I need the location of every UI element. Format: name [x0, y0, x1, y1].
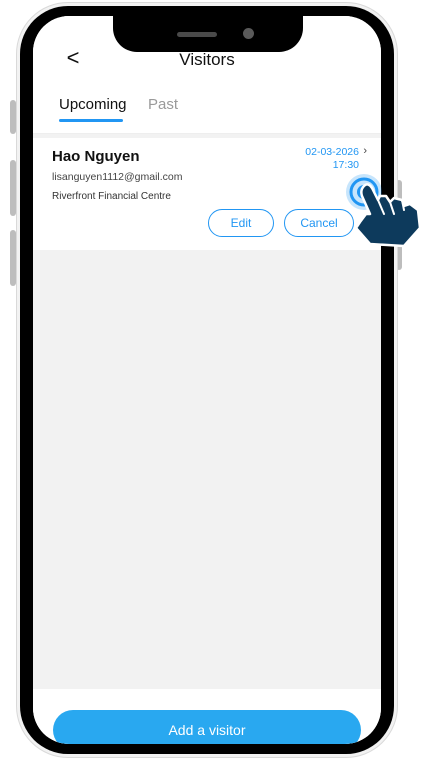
page-title: Visitors: [179, 50, 235, 69]
speaker-icon: [177, 32, 217, 37]
visitor-location: Riverfront Financial Centre: [52, 191, 171, 202]
visitor-card[interactable]: Hao Nguyen lisanguyen1112@gmail.com Rive…: [33, 138, 381, 250]
visitor-tabs: Upcoming Past: [33, 84, 381, 134]
app-screen: < Visitors Upcoming Past Hao Nguyen lisa…: [33, 16, 381, 744]
visitor-name: Hao Nguyen: [52, 148, 140, 165]
tab-upcoming[interactable]: Upcoming: [59, 96, 127, 113]
tap-hand-icon: [346, 174, 422, 248]
tutorial-stage: < Visitors Upcoming Past Hao Nguyen lisa…: [0, 0, 428, 763]
add-visitor-button[interactable]: Add a visitor: [53, 710, 361, 744]
visitor-email: lisanguyen1112@gmail.com: [52, 171, 183, 183]
edit-button[interactable]: Edit: [208, 209, 274, 237]
visit-date: 02-03-2026: [305, 146, 359, 158]
bottom-bar: Add a visitor: [33, 689, 381, 744]
phone-notch: [113, 6, 303, 52]
camera-icon: [243, 28, 254, 39]
chevron-right-icon[interactable]: ›: [363, 145, 367, 157]
visitor-list-empty-area: [33, 250, 381, 690]
active-tab-indicator: [59, 119, 123, 122]
tab-past[interactable]: Past: [148, 96, 178, 113]
